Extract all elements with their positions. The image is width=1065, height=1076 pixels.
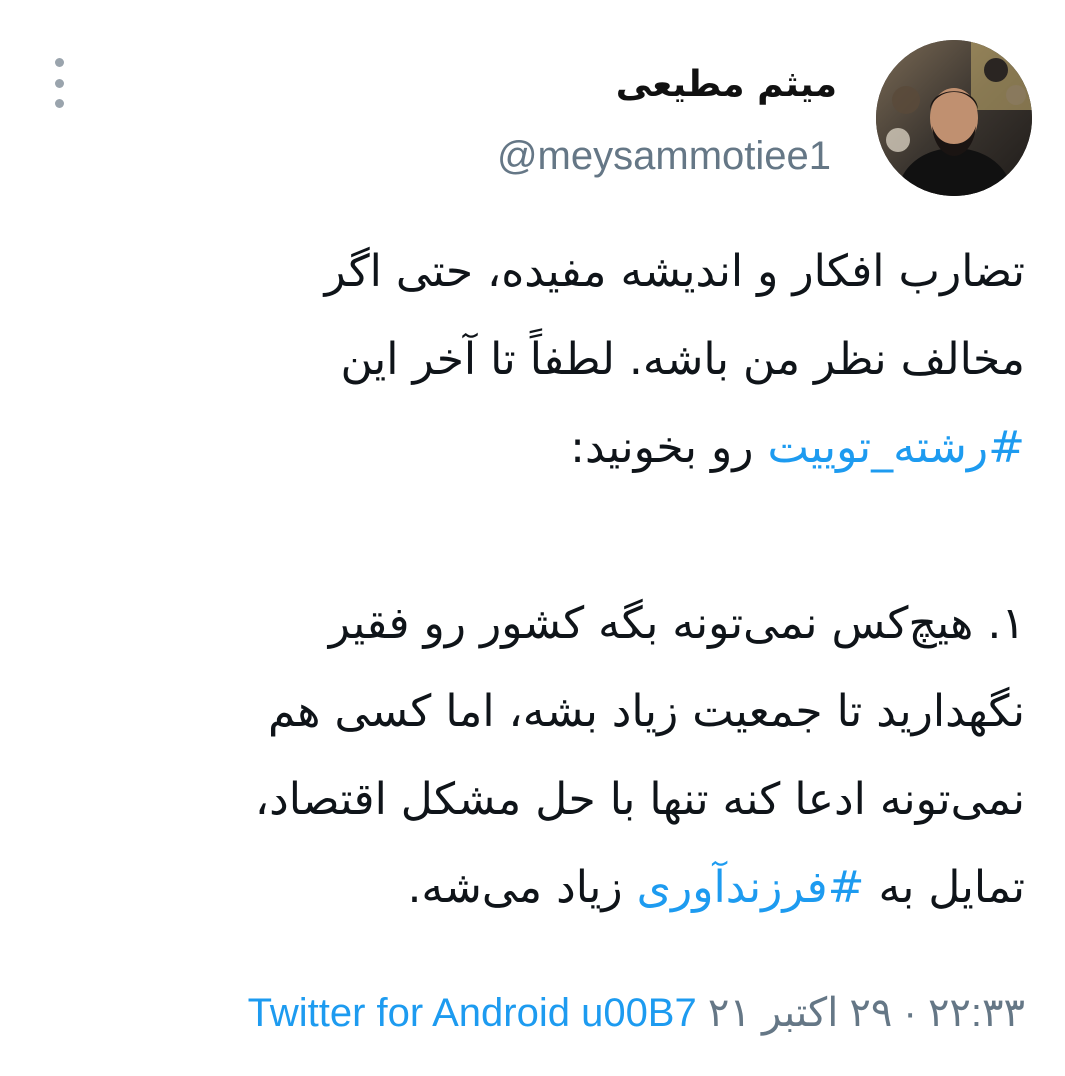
tweet-line: ۱. هیچ‌کس نمی‌تونه بگه کشور رو فقیر (328, 598, 1025, 649)
tweet-source-link[interactable]: Twitter for Android u00B7 (248, 991, 697, 1035)
separator: · (892, 991, 928, 1035)
hashtag-link[interactable]: #فرزندآوری (637, 862, 865, 913)
more-dot-icon (54, 58, 64, 67)
tweet-line: نگهدارید تا جمعیت زیاد بشه، اما کسی هم (268, 686, 1025, 737)
tweet-time[interactable]: ۲۲:۳۳ (928, 991, 1025, 1035)
tweet-date[interactable]: ۲۹ اکتبر ۲۱ (708, 991, 893, 1035)
profile-photo-icon (876, 40, 1032, 196)
avatar[interactable] (876, 40, 1032, 196)
tweet-text-segment: رو بخونید: (570, 422, 768, 473)
tweet-line: مخالف نظر من باشه. لطفاً تا آخر این (340, 334, 1026, 385)
tweet-line: تضارب افکار و اندیشه مفیده، حتی اگر (324, 246, 1025, 297)
more-dot-icon (54, 78, 64, 88)
tweet-card: میثم مطیعی @meysammotiee1 تضارب افکار و … (0, 0, 1065, 1076)
hashtag-link[interactable]: #رشته_توییت (767, 422, 1025, 473)
more-options-button[interactable] (44, 58, 74, 108)
more-dot-icon (54, 99, 64, 108)
author-handle[interactable]: @meysammotiee1 (497, 131, 831, 181)
tweet-line: تمایل به #فرزندآوری زیاد می‌شه. (40, 844, 1025, 932)
author-display-name[interactable]: میثم مطیعی (616, 60, 837, 110)
tweet-line: نمی‌تونه ادعا کنه تنها با حل مشکل اقتصاد… (254, 774, 1025, 825)
tweet-text-segment: تمایل به (864, 862, 1025, 913)
tweet-metadata: ۲۲:۳۳ · ۲۹ اکتبر ۲۱ Twitter for Android … (248, 985, 1025, 1041)
tweet-text: تضارب افکار و اندیشه مفیده، حتی اگر مخال… (40, 228, 1025, 932)
tweet-line: #رشته_توییت رو بخونید: (40, 404, 1025, 492)
tweet-text-segment: زیاد می‌شه. (407, 862, 637, 913)
